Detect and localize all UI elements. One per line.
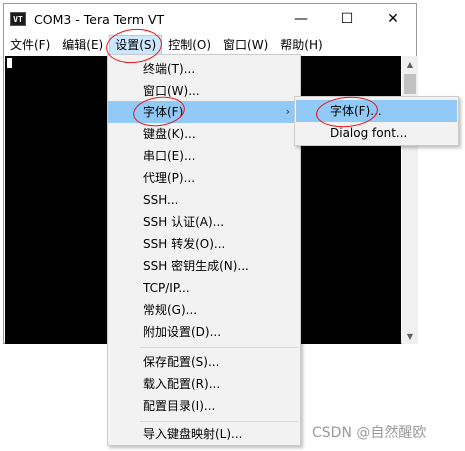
menu-item-ssh[interactable]: SSH...: [108, 189, 300, 211]
menu-item-serial-port[interactable]: 串口(E)...: [108, 145, 300, 167]
scroll-up-arrow-icon[interactable]: ▲: [402, 56, 418, 72]
close-button[interactable]: ✕: [370, 4, 416, 34]
menu-item-load-key-map[interactable]: 导入键盘映射(L)...: [108, 423, 300, 445]
window-controls: — ☐ ✕: [278, 4, 416, 34]
menu-bar: 文件(F) 编辑(E) 设置(S) 控制(O) 窗口(W) 帮助(H): [4, 35, 416, 55]
font-submenu: 字体(F)... Dialog font...: [294, 96, 459, 146]
menu-item-font-label: 字体(F): [143, 105, 184, 119]
menu-item-keyboard[interactable]: 键盘(K)...: [108, 123, 300, 145]
menu-help[interactable]: 帮助(H): [274, 35, 328, 55]
submenu-item-font[interactable]: 字体(F)...: [296, 100, 457, 122]
menu-item-restore-setup[interactable]: 载入配置(R)...: [108, 373, 300, 395]
submenu-item-dialog-font[interactable]: Dialog font...: [296, 122, 457, 144]
menu-item-window[interactable]: 窗口(W)...: [108, 80, 300, 102]
menu-item-font[interactable]: 字体(F) ›: [108, 101, 300, 123]
menu-item-tcpip[interactable]: TCP/IP...: [108, 277, 300, 299]
menu-item-save-setup[interactable]: 保存配置(S)...: [108, 351, 300, 373]
maximize-button[interactable]: ☐: [324, 4, 370, 34]
menu-item-terminal[interactable]: 终端(T)...: [108, 58, 300, 80]
submenu-arrow-icon: ›: [285, 105, 290, 118]
menu-item-proxy[interactable]: 代理(P)...: [108, 167, 300, 189]
tera-term-app-icon[interactable]: VT: [10, 12, 26, 26]
window-title: COM3 - Tera Term VT: [34, 11, 165, 27]
settings-dropdown-menu: 终端(T)... 窗口(W)... 字体(F) › 键盘(K)... 串口(E)…: [107, 54, 301, 446]
menu-edit[interactable]: 编辑(E): [56, 35, 109, 55]
menu-file[interactable]: 文件(F): [4, 35, 56, 55]
menu-separator: [140, 421, 298, 422]
menu-item-setup-directory[interactable]: 配置目录(I)...: [108, 395, 300, 417]
menu-item-ssh-auth[interactable]: SSH 认证(A)...: [108, 211, 300, 233]
menu-setup[interactable]: 设置(S): [109, 35, 163, 55]
menu-item-ssh-keygen[interactable]: SSH 密钥生成(N)...: [108, 255, 300, 277]
scrollbar-thumb[interactable]: [404, 74, 416, 94]
title-bar[interactable]: VT COM3 - Tera Term VT — ☐ ✕: [4, 4, 416, 34]
menu-item-additional-settings[interactable]: 附加设置(D)...: [108, 321, 300, 343]
menu-separator: [140, 347, 298, 348]
menu-control[interactable]: 控制(O): [162, 35, 217, 55]
menu-item-general[interactable]: 常规(G)...: [108, 299, 300, 321]
menu-item-ssh-forwarding[interactable]: SSH 转发(O)...: [108, 233, 300, 255]
scroll-down-arrow-icon[interactable]: ▼: [402, 328, 418, 344]
csdn-watermark: CSDN @自然醒欧: [312, 425, 427, 441]
minimize-button[interactable]: —: [278, 4, 324, 34]
menu-window[interactable]: 窗口(W): [217, 35, 274, 55]
text-cursor: [7, 58, 12, 68]
